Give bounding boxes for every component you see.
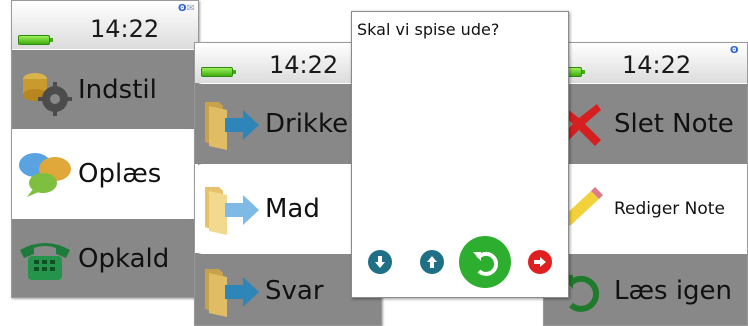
menu-label: Læs igen <box>614 275 733 306</box>
telephone-icon <box>12 236 78 282</box>
menu-item-indstil[interactable]: Indstil <box>12 50 198 129</box>
menu-item-rediger-note[interactable]: Rediger Note <box>544 165 747 253</box>
menu-label: Indstil <box>78 74 157 105</box>
speech-bubbles-icon <box>12 149 78 199</box>
menu-label: Slet Note <box>614 109 734 139</box>
question-dialog: Skal vi spise ude? <box>351 11 569 298</box>
status-icons: ʘ✉ <box>178 3 195 14</box>
phone-screen-note: 14:22 ʘ Slet Note Rediger Note Læs igen <box>543 42 748 326</box>
status-bar: 14:22 ʘ <box>544 43 747 83</box>
arrow-right-button[interactable] <box>528 250 552 274</box>
menu-label: Opkald <box>78 244 170 274</box>
bluetooth-icon: ʘ <box>730 45 739 56</box>
arrow-down-button[interactable] <box>368 250 392 274</box>
dialog-question: Skal vi spise ude? <box>357 20 500 39</box>
menu-label: Drikke <box>265 109 349 139</box>
status-icons: ʘ <box>730 45 739 56</box>
arrow-up-button[interactable] <box>420 250 444 274</box>
phone-screen-settings: 14:22 ʘ✉ Indstil Oplæs Opkald <box>11 0 199 298</box>
bluetooth-icon: ʘ <box>178 3 187 14</box>
clock: 14:22 <box>269 51 339 79</box>
arrow-up-icon <box>427 256 437 268</box>
mail-icon: ✉ <box>186 3 195 14</box>
arrow-down-icon <box>375 256 385 268</box>
menu-item-opkald[interactable]: Opkald <box>12 219 198 297</box>
battery-icon <box>18 35 53 45</box>
menu-item-slet-note[interactable]: Slet Note <box>544 84 747 164</box>
status-bar: 14:22 ʘ✉ <box>12 1 198 49</box>
folder-arrow-icon <box>195 263 265 319</box>
folder-arrow-icon <box>195 181 265 237</box>
menu-label: Oplæs <box>78 159 162 189</box>
menu-label: Svar <box>265 275 324 306</box>
menu-label: Rediger Note <box>614 199 725 219</box>
arrow-right-icon <box>534 257 546 267</box>
menu-item-oplaes[interactable]: Oplæs <box>12 131 198 217</box>
clock: 14:22 <box>622 51 692 79</box>
battery-icon <box>201 67 236 77</box>
menu-item-laes-igen[interactable]: Læs igen <box>544 254 747 325</box>
clock: 14:22 <box>90 15 160 43</box>
folder-arrow-icon <box>195 96 265 152</box>
gear-coins-icon <box>12 63 78 117</box>
undo-icon <box>473 251 499 276</box>
confirm-button[interactable] <box>459 236 511 288</box>
menu-label: Mad <box>265 194 320 224</box>
